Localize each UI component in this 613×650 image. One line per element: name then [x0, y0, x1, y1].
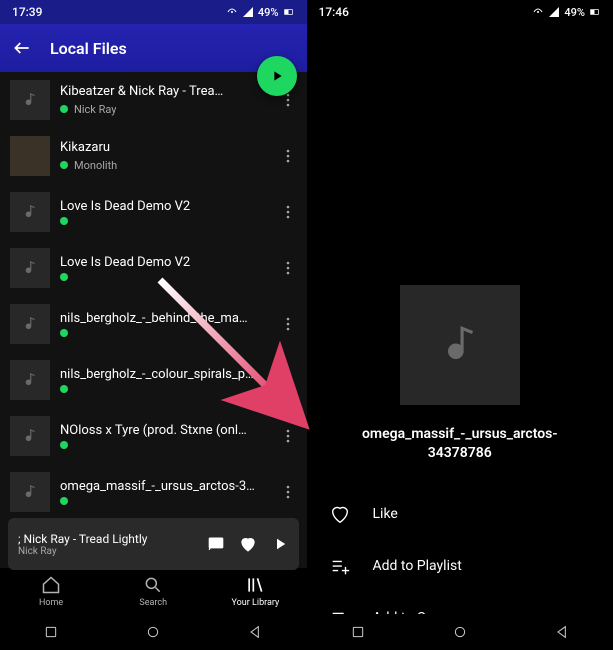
track-row[interactable]: nils_bergholz_-_colour_spirals_p… — [0, 352, 307, 408]
status-bar: 17:39 49% — [0, 0, 307, 24]
nav-back-icon[interactable] — [554, 624, 570, 640]
menu-like[interactable]: Like — [307, 488, 613, 540]
track-title: nils_bergholz_-_colour_spirals_p… — [60, 367, 267, 384]
now-playing-bar[interactable]: ; Nick Ray - Tread Lightly Nick Ray — [8, 518, 299, 570]
nav-recent-icon[interactable] — [350, 624, 366, 640]
local-dot-icon — [60, 161, 68, 169]
album-art-placeholder — [400, 285, 520, 405]
track-thumb — [10, 360, 50, 400]
bottom-tabs: Home Search Your Library — [0, 568, 307, 614]
track-row[interactable]: NOloss x Tyre (prod. Stxne (onl… — [0, 408, 307, 464]
menu-add-playlist[interactable]: Add to Playlist — [307, 540, 613, 592]
track-title: NOloss x Tyre (prod. Stxne (onl… — [60, 423, 267, 440]
tab-library[interactable]: Your Library — [204, 568, 306, 614]
status-icons: 49% — [226, 6, 295, 19]
track-thumb — [10, 136, 50, 176]
track-title: Kibeatzer & Nick Ray - Trea… — [60, 84, 267, 101]
nowplaying-artist: Nick Ray — [18, 546, 197, 557]
nav-home-icon[interactable] — [145, 624, 161, 640]
status-time: 17:46 — [319, 5, 349, 19]
local-dot-icon — [60, 217, 68, 225]
local-dot-icon — [60, 273, 68, 281]
play-icon[interactable] — [271, 535, 289, 553]
track-row[interactable]: omega_massif_-_ursus_arctos-3… — [0, 464, 307, 520]
track-more-button[interactable] — [277, 261, 299, 275]
track-thumb — [10, 416, 50, 456]
tab-search[interactable]: Search — [102, 568, 204, 614]
track-title: omega_massif_-_ursus_arctos-3… — [60, 479, 267, 496]
track-row[interactable]: Love Is Dead Demo V2 — [0, 240, 307, 296]
track-row[interactable]: Kikazaru Monolith — [0, 128, 307, 184]
track-title: Love Is Dead Demo V2 — [60, 255, 267, 272]
page-title: Local Files — [50, 39, 127, 58]
track-row[interactable]: Love Is Dead Demo V2 — [0, 184, 307, 240]
nav-recent-icon[interactable] — [43, 624, 59, 640]
track-thumb — [10, 192, 50, 232]
track-thumb — [10, 304, 50, 344]
status-time: 17:39 — [12, 5, 42, 19]
heart-icon — [329, 503, 351, 525]
track-thumb — [10, 80, 50, 120]
like-icon[interactable] — [239, 535, 257, 553]
playlist-add-icon — [329, 555, 351, 577]
track-more-button[interactable] — [277, 317, 299, 331]
track-title: Kikazaru — [60, 140, 267, 157]
track-artist: Monolith — [74, 159, 117, 172]
track-title: Love Is Dead Demo V2 — [60, 199, 267, 216]
play-all-button[interactable] — [257, 56, 297, 96]
tab-home[interactable]: Home — [0, 568, 102, 614]
track-thumb — [10, 472, 50, 512]
track-more-button[interactable] — [277, 373, 299, 387]
local-dot-icon — [60, 385, 68, 393]
local-dot-icon — [60, 105, 68, 113]
status-bar: 17:46 49% — [307, 0, 613, 24]
back-icon[interactable] — [12, 38, 32, 58]
android-nav — [307, 614, 613, 650]
track-artist: Nick Ray — [74, 103, 116, 116]
track-row[interactable]: nils_bergholz_-_behind_the_ma… — [0, 296, 307, 352]
cast-icon[interactable] — [207, 535, 225, 553]
android-nav — [0, 614, 307, 650]
local-dot-icon — [60, 441, 68, 449]
track-more-button[interactable] — [277, 429, 299, 443]
track-more-button[interactable] — [277, 205, 299, 219]
nav-back-icon[interactable] — [247, 624, 263, 640]
track-thumb — [10, 248, 50, 288]
local-dot-icon — [60, 497, 68, 505]
status-icons: 49% — [532, 6, 601, 19]
nowplaying-title: ; Nick Ray - Tread Lightly — [18, 532, 197, 546]
local-dot-icon — [60, 329, 68, 337]
track-more-button[interactable] — [277, 149, 299, 163]
nav-home-icon[interactable] — [452, 624, 468, 640]
track-more-button[interactable] — [277, 485, 299, 499]
context-track-title: omega_massif_-_ursus_arctos-34378786 — [307, 425, 613, 464]
track-title: nils_bergholz_-_behind_the_ma… — [60, 311, 267, 328]
